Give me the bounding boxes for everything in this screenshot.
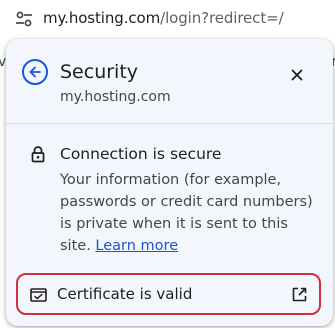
security-popup: Security my.hosting.com Connection is se… <box>6 39 333 326</box>
learn-more-link[interactable]: Learn more <box>95 238 178 254</box>
close-icon <box>291 69 303 81</box>
url-path: /login?redirect=/ <box>160 9 284 27</box>
url-host: my.hosting.com <box>43 9 161 27</box>
address-bar[interactable]: my.hosting.com/login?redirect=/ <box>0 0 335 38</box>
back-button[interactable] <box>22 59 48 85</box>
certificate-button[interactable]: Certificate is valid <box>16 273 321 315</box>
lock-icon <box>30 145 46 163</box>
arrow-back-icon <box>29 66 41 78</box>
popup-title: Security <box>60 61 139 83</box>
divider <box>6 123 333 124</box>
popup-subtitle: my.hosting.com <box>60 89 171 105</box>
certificate-icon <box>30 287 47 302</box>
close-button[interactable] <box>286 64 308 86</box>
url-text[interactable]: my.hosting.com/login?redirect=/ <box>43 9 284 27</box>
open-in-new-icon <box>292 287 307 302</box>
connection-description: Your information (for example, passwords… <box>60 169 322 257</box>
tune-icon[interactable] <box>15 10 33 28</box>
connection-status-title: Connection is secure <box>60 145 222 163</box>
certificate-label: Certificate is valid <box>57 285 193 303</box>
